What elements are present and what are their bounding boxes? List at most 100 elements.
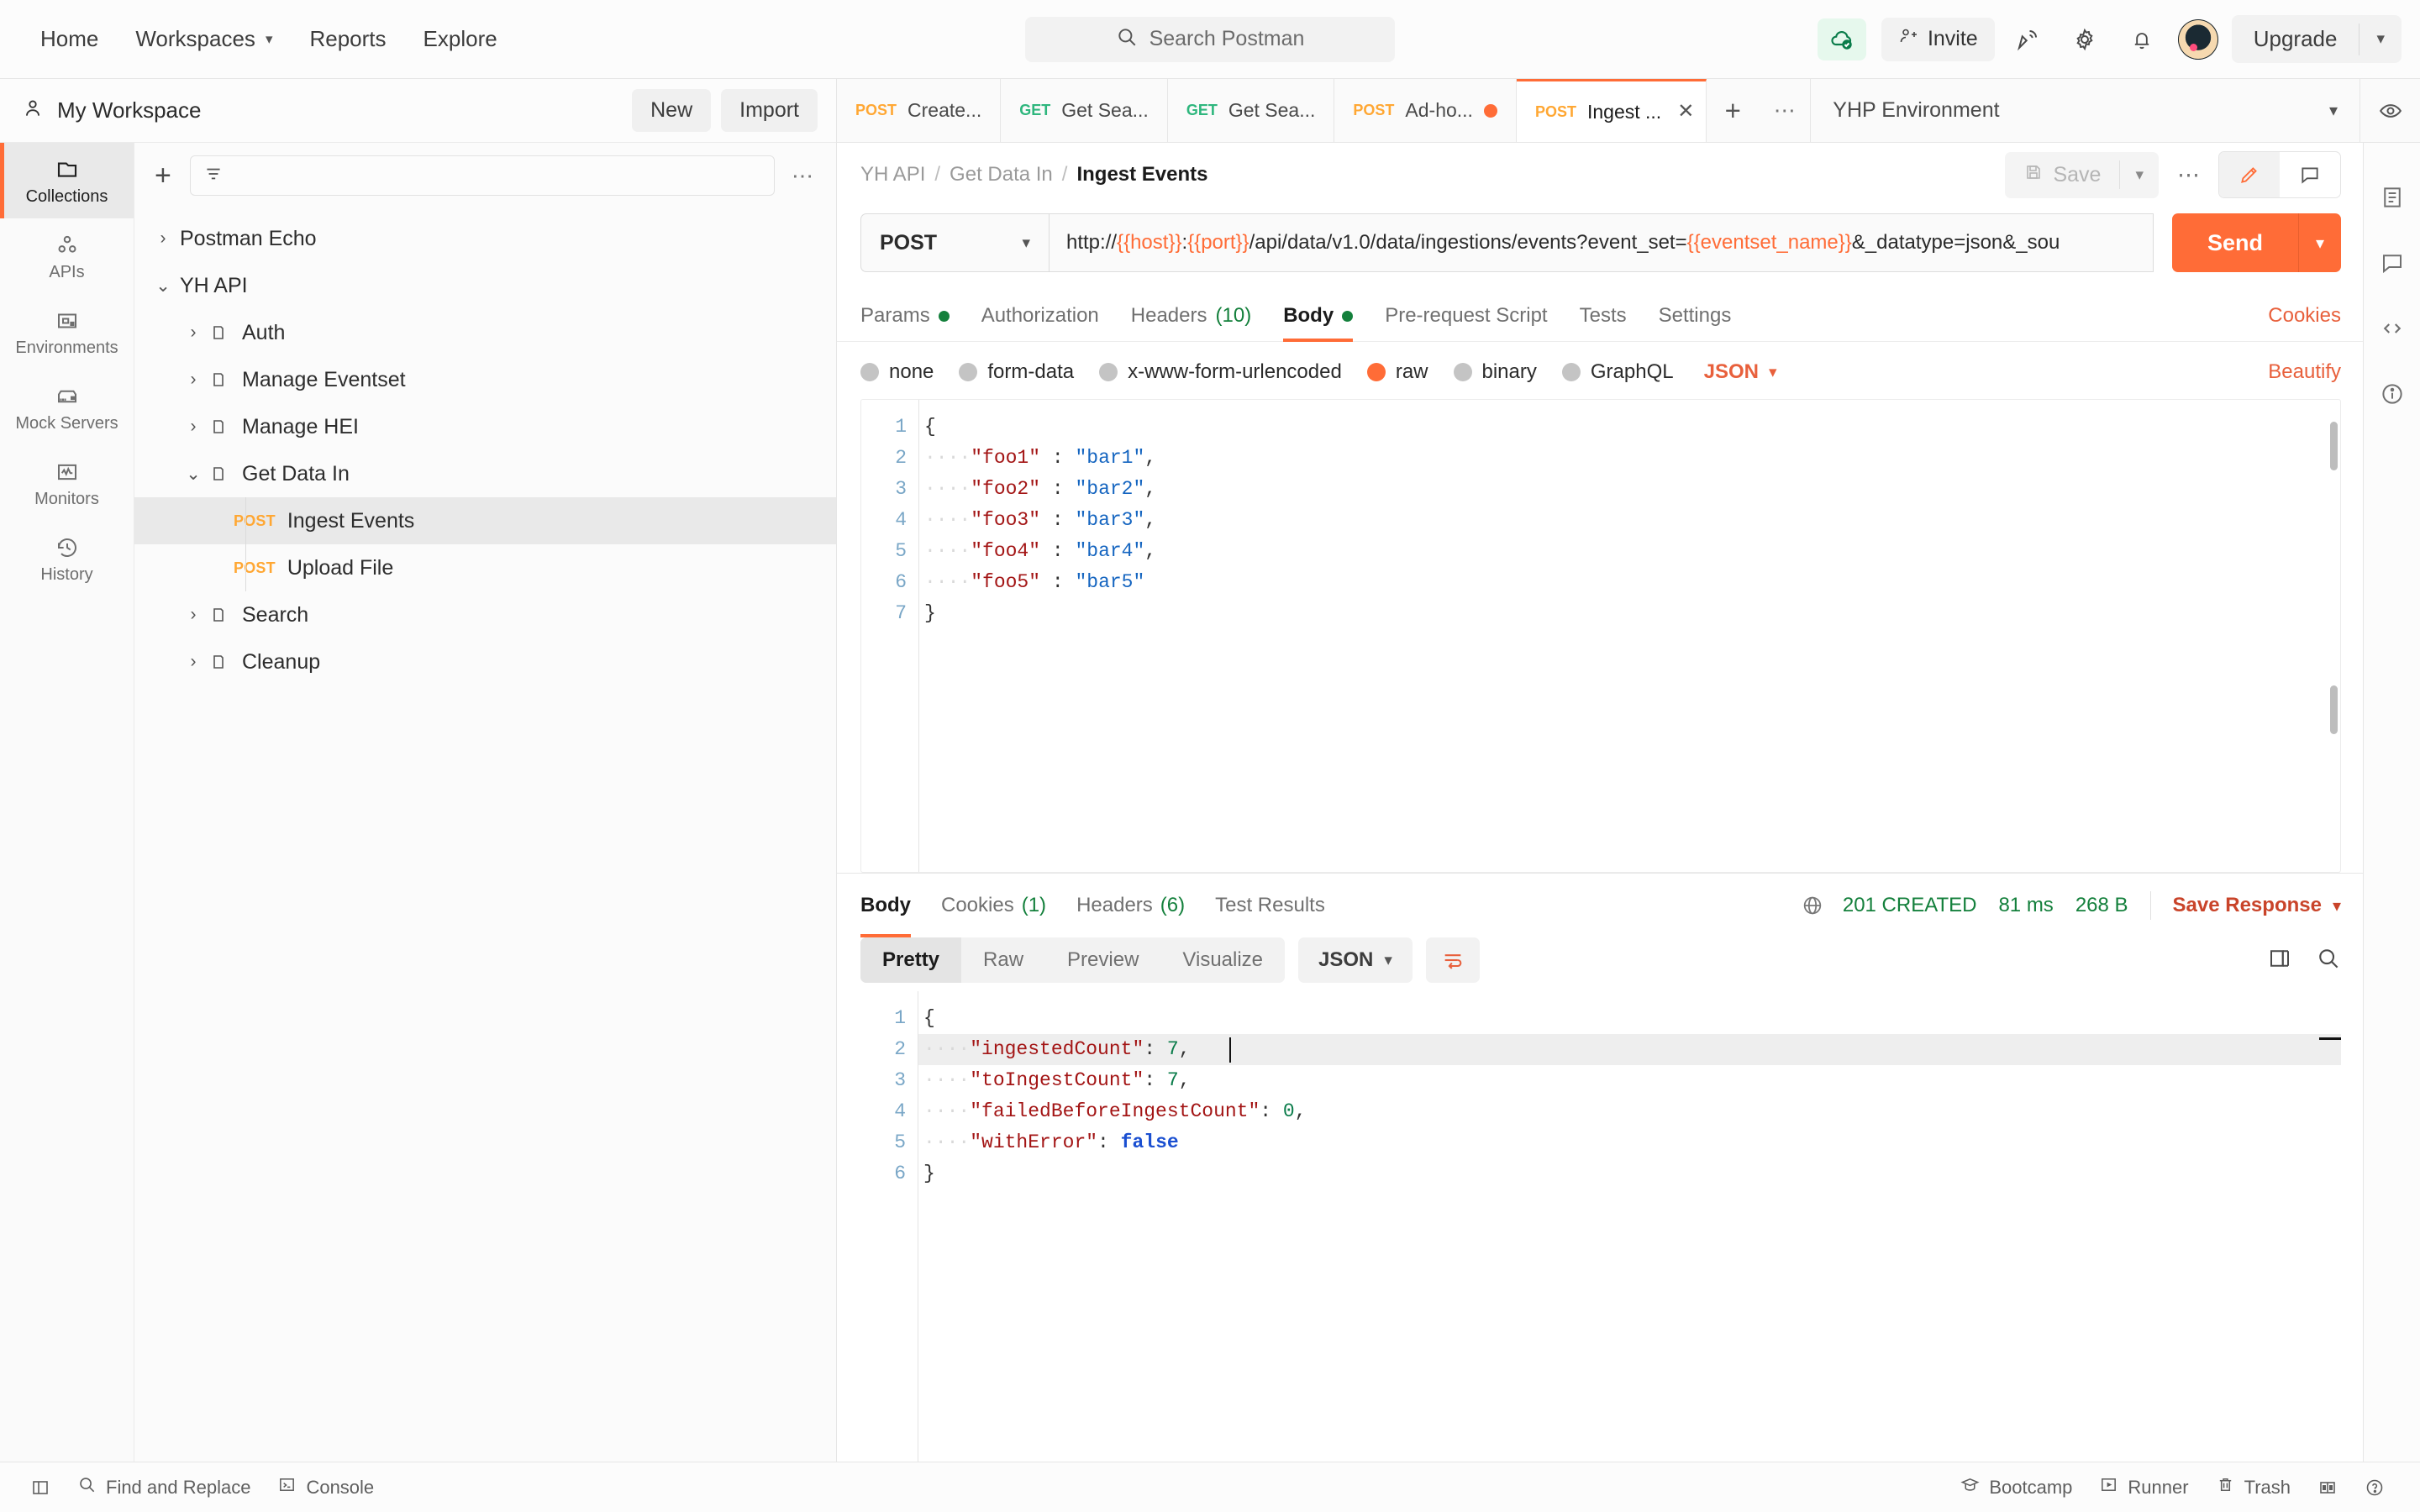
tree-item-manage-hei[interactable]: › Manage HEI xyxy=(134,403,836,450)
tree-item-manage-eventset[interactable]: › Manage Eventset xyxy=(134,356,836,403)
runner-button[interactable]: Runner xyxy=(2086,1470,2202,1504)
comments-icon[interactable] xyxy=(2364,230,2420,296)
new-collection-button[interactable]: + xyxy=(148,161,178,190)
gear-icon[interactable] xyxy=(2060,17,2109,62)
sidebar-more-icon[interactable]: ⋯ xyxy=(786,163,819,189)
satellite-icon[interactable] xyxy=(2003,17,2052,62)
body-mode-raw[interactable]: raw xyxy=(1366,360,1428,384)
filter-input[interactable] xyxy=(189,155,775,196)
url-input[interactable]: http://{{host}}:{{port}}/api/data/v1.0/d… xyxy=(1049,213,2154,272)
upgrade-button[interactable]: Upgrade xyxy=(2232,15,2360,63)
response-body-editor[interactable]: 1 2 3 4 5 6 {····"ingestedCount": 7, ····… xyxy=(860,991,2341,1462)
new-tab-button[interactable]: + xyxy=(1707,79,1759,142)
body-mode-x-www-form-urlencoded[interactable]: x-www-form-urlencoded xyxy=(1099,360,1342,384)
bell-icon[interactable] xyxy=(2118,17,2166,62)
body-mode-graphql[interactable]: GraphQL xyxy=(1561,360,1674,384)
avatar[interactable] xyxy=(2177,18,2218,60)
request-code-area[interactable]: {····"foo1" : "bar1", ····"foo2" : "bar2"… xyxy=(918,400,2340,872)
toggle-sidebar-icon[interactable] xyxy=(17,1473,64,1503)
chevron-right-icon[interactable]: › xyxy=(146,228,180,249)
tab-tests[interactable]: Tests xyxy=(1580,294,1627,341)
tab-options-icon[interactable]: ⋯ xyxy=(1759,79,1812,142)
body-mode-none[interactable]: none xyxy=(860,360,934,384)
nav-reports[interactable]: Reports xyxy=(291,18,404,60)
code-snippet-icon[interactable] xyxy=(2364,296,2420,361)
chevron-right-icon[interactable]: › xyxy=(176,417,210,437)
response-tab-test-results[interactable]: Test Results xyxy=(1215,874,1325,937)
response-format-selector[interactable]: JSON ▾ xyxy=(1298,937,1413,983)
request-more-actions-icon[interactable]: ⋯ xyxy=(2159,162,2218,188)
invite-button[interactable]: Invite xyxy=(1881,17,1995,61)
response-code-area[interactable]: {····"ingestedCount": 7, ····"toIngestCou… xyxy=(918,991,2341,1462)
body-mode-form-data[interactable]: form-data xyxy=(959,360,1074,384)
bootcamp-button[interactable]: Bootcamp xyxy=(1947,1470,2086,1504)
search-icon[interactable] xyxy=(2316,946,2341,975)
chevron-right-icon[interactable]: › xyxy=(176,323,210,343)
save-response-button[interactable]: Save Response ▾ xyxy=(2173,894,2341,917)
chevron-down-icon[interactable]: ▾ xyxy=(2120,155,2159,195)
new-button[interactable]: New xyxy=(632,89,712,132)
body-mode-binary[interactable]: binary xyxy=(1453,360,1537,384)
request-tab-ingest-events[interactable]: POST Ingest ... ✕ xyxy=(1516,79,1707,142)
response-tab-body[interactable]: Body xyxy=(860,874,911,937)
request-tab-get-sea-2[interactable]: GET Get Sea... xyxy=(1168,79,1335,142)
tab-body[interactable]: Body xyxy=(1283,294,1354,342)
send-button[interactable]: Send xyxy=(2171,213,2298,272)
environment-quick-look-icon[interactable] xyxy=(2360,79,2420,142)
breadcrumb-part-folder[interactable]: Get Data In xyxy=(950,163,1053,186)
find-and-replace-button[interactable]: Find and Replace xyxy=(64,1470,264,1504)
tab-pre-request-script[interactable]: Pre-request Script xyxy=(1385,294,1547,341)
scrollbar-thumb-bottom[interactable] xyxy=(2330,685,2338,734)
nav-home[interactable]: Home xyxy=(22,18,117,60)
tab-settings[interactable]: Settings xyxy=(1659,294,1732,341)
close-icon[interactable]: ✕ xyxy=(1677,102,1694,122)
chevron-right-icon[interactable]: › xyxy=(176,605,210,625)
sidebar-item-environments[interactable]: Environments xyxy=(0,294,134,370)
scrollbar-thumb-top[interactable] xyxy=(2330,422,2338,470)
nav-workspaces[interactable]: Workspaces ▾ xyxy=(117,18,291,60)
sidebar-item-mock-servers[interactable]: Mock Servers xyxy=(0,370,134,445)
search-input[interactable]: Search Postman xyxy=(1025,16,1395,62)
edit-pencil-icon[interactable] xyxy=(2219,152,2280,197)
tab-params[interactable]: Params xyxy=(860,294,950,341)
response-tab-headers[interactable]: Headers (6) xyxy=(1076,874,1185,937)
sidebar-item-history[interactable]: History xyxy=(0,521,134,596)
sidebar-item-monitors[interactable]: Monitors xyxy=(0,445,134,521)
documentation-icon[interactable] xyxy=(2364,165,2420,230)
save-button[interactable]: Save xyxy=(2005,152,2119,198)
request-tab-get-sea-1[interactable]: GET Get Sea... xyxy=(1001,79,1168,142)
breadcrumb-part-collection[interactable]: YH API xyxy=(860,163,925,186)
tree-item-postman-echo[interactable]: › Postman Echo xyxy=(134,215,836,262)
body-format-selector[interactable]: JSON ▾ xyxy=(1704,360,1777,384)
comment-icon[interactable] xyxy=(2280,152,2340,197)
chevron-right-icon[interactable]: › xyxy=(176,370,210,390)
send-options-chevron-down-icon[interactable]: ▾ xyxy=(2297,213,2341,272)
view-mode-pretty[interactable]: Pretty xyxy=(860,937,962,983)
network-globe-icon[interactable] xyxy=(1801,894,1824,917)
import-button[interactable]: Import xyxy=(721,89,818,132)
cloud-sync-icon[interactable] xyxy=(1817,18,1866,60)
method-selector[interactable]: POST ▾ xyxy=(860,213,1049,272)
environment-selector[interactable]: YHP Environment ▾ xyxy=(1811,79,2360,142)
trash-button[interactable]: Trash xyxy=(2202,1470,2304,1504)
tab-headers[interactable]: Headers (10) xyxy=(1131,294,1251,341)
sidebar-item-collections[interactable]: Collections xyxy=(0,143,134,218)
beautify-button[interactable]: Beautify xyxy=(2268,360,2341,384)
tree-item-ingest-events[interactable]: POST Ingest Events xyxy=(134,497,836,544)
wrap-lines-icon[interactable] xyxy=(1425,937,1480,983)
chevron-down-icon[interactable]: ▾ xyxy=(2360,18,2402,60)
chevron-right-icon[interactable]: › xyxy=(176,652,210,672)
tree-item-cleanup[interactable]: › Cleanup xyxy=(134,638,836,685)
chevron-down-icon[interactable]: ⌄ xyxy=(176,464,210,485)
view-mode-visualize[interactable]: Visualize xyxy=(1160,937,1285,983)
tree-item-search[interactable]: › Search xyxy=(134,591,836,638)
view-mode-raw[interactable]: Raw xyxy=(961,937,1045,983)
console-button[interactable]: Console xyxy=(264,1470,387,1504)
cookies-link[interactable]: Cookies xyxy=(2268,294,2341,341)
info-icon[interactable] xyxy=(2364,361,2420,427)
help-icon[interactable] xyxy=(2351,1473,2398,1503)
request-body-editor[interactable]: 1 2 3 4 5 6 7 {····"foo1" : "bar1", ····"… xyxy=(860,399,2341,873)
tree-item-upload-file[interactable]: POST Upload File xyxy=(134,544,836,591)
request-tab-create[interactable]: POST Create... xyxy=(837,79,1002,142)
request-tab-ad-hoc[interactable]: POST Ad-ho... xyxy=(1334,79,1517,142)
